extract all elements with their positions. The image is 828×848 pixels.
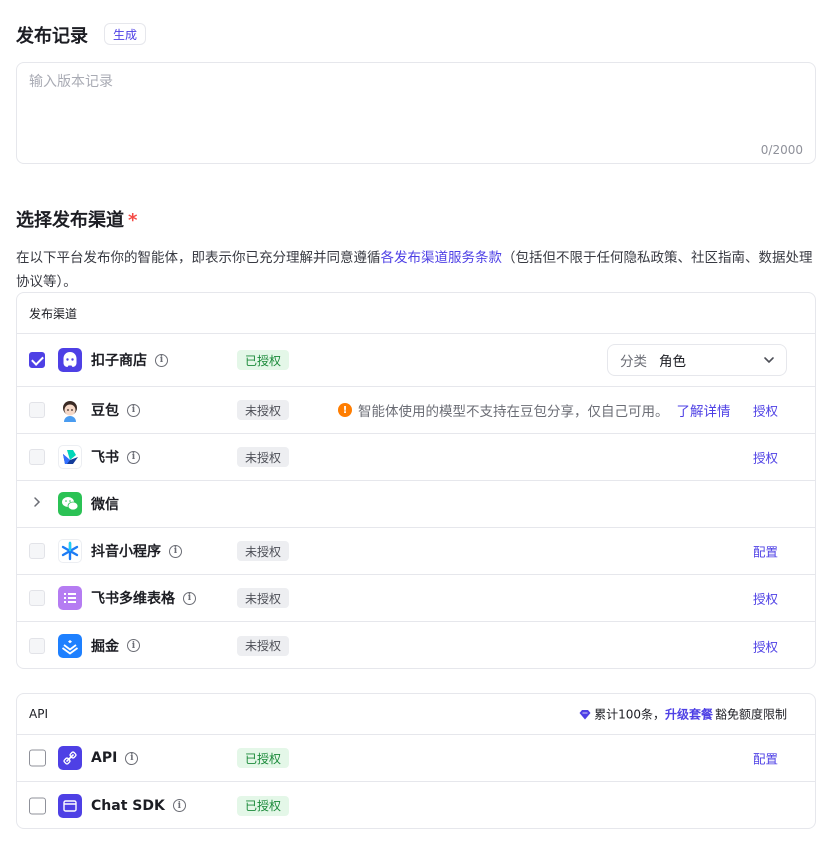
status-badge: 已授权 xyxy=(237,350,290,370)
info-icon[interactable]: i xyxy=(183,591,196,605)
doubao-checkbox xyxy=(29,402,45,418)
doubao-icon xyxy=(58,398,82,422)
douyin-miniapp-icon xyxy=(58,539,82,563)
char-counter: 0/2000 xyxy=(760,143,803,157)
release-notes-input[interactable] xyxy=(17,63,815,163)
publish-channels-card: 发布渠道 扣子商店 i 已授权 分类 角色 豆包 i 未授权 ! 智能体使用的模型不… xyxy=(16,292,816,669)
wechat-name: 微信 xyxy=(91,494,119,514)
feishu-bitable-authorize-button[interactable]: 授权 xyxy=(753,589,778,608)
generate-button[interactable]: 生成 xyxy=(104,23,146,45)
coze-store-icon xyxy=(58,348,82,372)
chat-sdk-checkbox[interactable] xyxy=(29,797,46,814)
feishu-bitable-label: 飞书多维表格 xyxy=(91,591,175,607)
info-icon[interactable]: i xyxy=(127,403,140,417)
channel-row-wechat[interactable]: 微信 xyxy=(17,481,815,528)
status-badge: 未授权 xyxy=(237,588,290,608)
release-notes-field[interactable]: 0/2000 xyxy=(16,62,816,164)
chat-sdk-name: Chat SDK i xyxy=(91,798,186,814)
terms-link[interactable]: 各发布渠道服务条款 xyxy=(381,250,503,266)
publish-channels-header: 发布渠道 xyxy=(17,293,815,334)
api-checkbox[interactable] xyxy=(29,749,46,767)
quota-text-after: 豁免额度限制 xyxy=(714,707,787,722)
status-badge: 已授权 xyxy=(237,748,290,768)
required-mark: * xyxy=(128,210,138,231)
chevron-right-icon[interactable] xyxy=(31,496,43,512)
quota-notice: 累计100条， 升级套餐 豁免额度限制 xyxy=(579,706,787,723)
category-select[interactable]: 分类 角色 xyxy=(607,344,787,376)
api-header: API 累计100条， 升级套餐 豁免额度限制 xyxy=(17,694,815,735)
juejin-authorize-button[interactable]: 授权 xyxy=(753,636,778,655)
info-icon[interactable]: i xyxy=(155,353,168,367)
status-badge: 未授权 xyxy=(237,635,290,656)
quota-text-before: 累计100条， xyxy=(594,707,665,722)
juejin-name: 掘金 i xyxy=(91,636,140,656)
chevron-down-icon xyxy=(764,357,774,364)
status-badge: 已授权 xyxy=(237,795,290,816)
channels-title: 选择发布渠道 * xyxy=(16,206,137,232)
status-badge: 未授权 xyxy=(237,541,290,561)
info-icon[interactable]: i xyxy=(127,639,140,652)
doubao-label: 豆包 xyxy=(91,403,119,419)
coze-store-name: 扣子商店 i xyxy=(91,350,168,370)
api-configure-button[interactable]: 配置 xyxy=(753,749,778,768)
chat-sdk-icon xyxy=(58,793,82,818)
douyin-miniapp-name: 抖音小程序 i xyxy=(91,541,182,561)
terms-text-before: 在以下平台发布你的智能体，即表示你已充分理解并同意遵循 xyxy=(16,250,381,266)
coze-store-label: 扣子商店 xyxy=(91,353,147,369)
feishu-name: 飞书 i xyxy=(91,447,140,467)
feishu-bitable-name: 飞书多维表格 i xyxy=(91,588,196,608)
api-header-label: API xyxy=(29,707,48,721)
douyin-miniapp-checkbox xyxy=(29,543,45,559)
channels-title-text: 选择发布渠道 xyxy=(16,210,124,231)
channel-row-juejin: 掘金 i 未授权 授权 xyxy=(17,622,815,668)
feishu-authorize-button[interactable]: 授权 xyxy=(753,448,778,467)
chat-sdk-label: Chat SDK xyxy=(91,797,165,814)
info-icon[interactable]: i xyxy=(169,544,182,558)
juejin-icon xyxy=(58,633,82,658)
channel-row-chat-sdk: Chat SDK i 已授权 xyxy=(17,782,815,828)
feishu-checkbox xyxy=(29,449,45,465)
doubao-authorize-button[interactable]: 授权 xyxy=(753,401,778,420)
terms-description: 在以下平台发布你的智能体，即表示你已充分理解并同意遵循各发布渠道服务条款（包括但… xyxy=(16,246,822,294)
warning-text: 智能体使用的模型不支持在豆包分享，仅自己可用。 xyxy=(358,404,669,420)
juejin-checkbox xyxy=(29,637,45,654)
doubao-warning: ! 智能体使用的模型不支持在豆包分享，仅自己可用。 了解详情 xyxy=(338,400,731,420)
api-icon xyxy=(58,746,82,770)
category-value: 角色 xyxy=(659,354,686,370)
status-badge: 未授权 xyxy=(237,447,290,467)
info-icon[interactable]: i xyxy=(127,450,140,464)
channel-row-feishu: 飞书 i 未授权 授权 xyxy=(17,434,815,481)
douyin-miniapp-label: 抖音小程序 xyxy=(91,544,161,560)
upgrade-plan-link[interactable]: 升级套餐 xyxy=(665,706,713,723)
feishu-icon xyxy=(58,445,82,469)
coze-store-checkbox[interactable] xyxy=(29,352,45,368)
feishu-bitable-icon xyxy=(58,586,82,610)
api-label: API xyxy=(91,750,118,766)
info-icon[interactable]: i xyxy=(125,751,139,765)
channel-row-api: API i 已授权 配置 xyxy=(17,735,815,782)
wechat-label: 微信 xyxy=(91,497,119,513)
channel-row-coze-store: 扣子商店 i 已授权 分类 角色 xyxy=(17,334,815,387)
douyin-configure-button[interactable]: 配置 xyxy=(753,542,778,561)
channel-row-douyin-miniapp: 抖音小程序 i 未授权 配置 xyxy=(17,528,815,575)
status-badge: 未授权 xyxy=(237,400,290,420)
feishu-bitable-checkbox xyxy=(29,590,45,606)
release-notes-title: 发布记录 xyxy=(16,26,88,47)
learn-more-link[interactable]: 了解详情 xyxy=(677,400,731,420)
channel-row-feishu-bitable: 飞书多维表格 i 未授权 授权 xyxy=(17,575,815,622)
diamond-icon xyxy=(579,709,591,719)
juejin-label: 掘金 xyxy=(91,638,119,655)
api-card: API 累计100条， 升级套餐 豁免额度限制 API i 已授权 配置 Chat… xyxy=(16,693,816,829)
warning-icon: ! xyxy=(338,403,352,417)
doubao-name: 豆包 i xyxy=(91,400,140,420)
api-name: API i xyxy=(91,750,139,766)
feishu-label: 飞书 xyxy=(91,450,119,466)
info-icon[interactable]: i xyxy=(172,799,186,812)
category-label: 分类 xyxy=(620,354,647,370)
wechat-icon xyxy=(58,492,82,516)
channel-row-doubao: 豆包 i 未授权 ! 智能体使用的模型不支持在豆包分享，仅自己可用。 了解详情 授… xyxy=(17,387,815,434)
